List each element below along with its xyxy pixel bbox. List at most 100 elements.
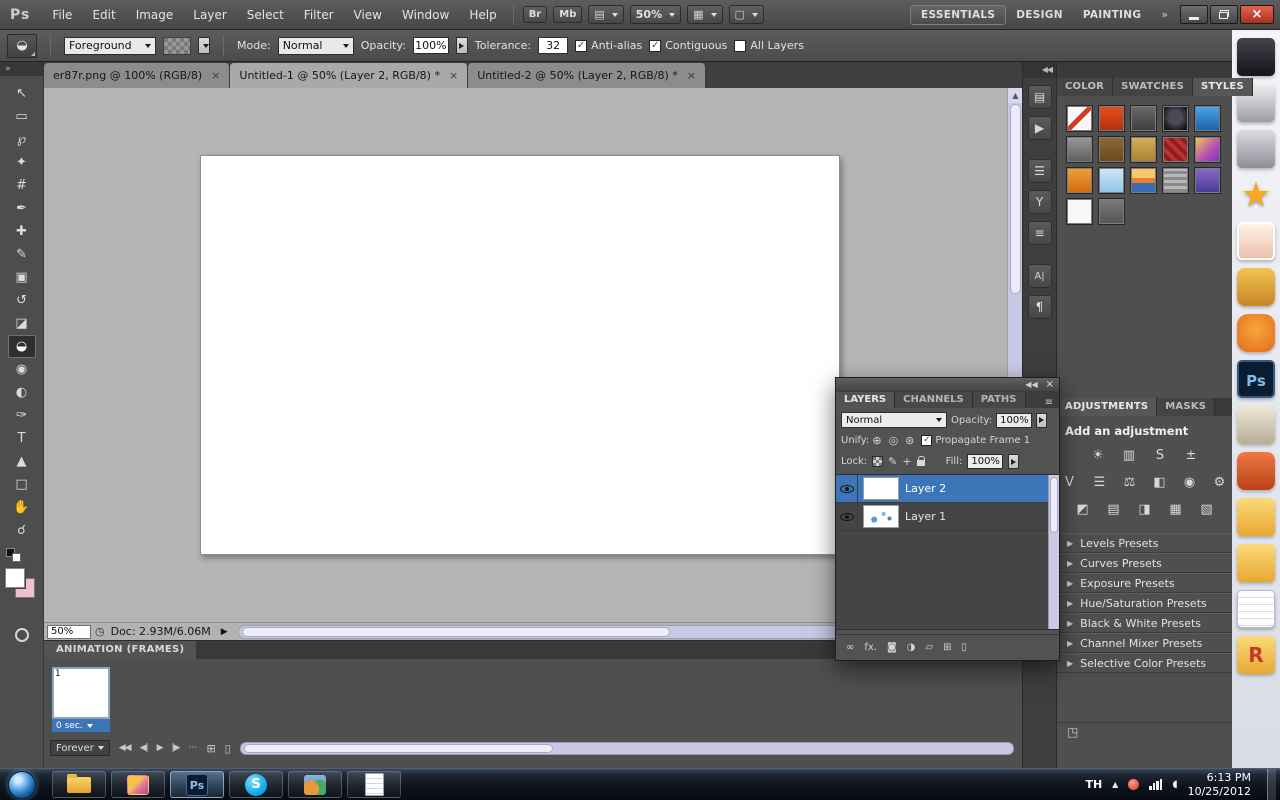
animation-scrollbar-thumb[interactable] [243, 743, 553, 753]
layer-name[interactable]: Layer 2 [905, 482, 946, 495]
workspace-design[interactable]: DESIGN [1006, 6, 1073, 24]
panel-collapse-icon[interactable]: ◀◀ [1025, 380, 1037, 389]
layer-name[interactable]: Layer 1 [905, 510, 946, 523]
type-tool[interactable]: T [8, 427, 36, 450]
invert-icon[interactable]: ◩ [1074, 502, 1092, 517]
zoom-level-dropdown[interactable]: 50% [629, 5, 682, 24]
next-frame-button[interactable]: |▶ [171, 743, 180, 753]
brightness-contrast-icon[interactable]: ☀ [1089, 448, 1107, 463]
layers-panel-titlebar[interactable]: ◀◀ × [836, 378, 1059, 391]
mode-dropdown[interactable]: Normal [277, 36, 354, 55]
actions-panel-icon[interactable]: ▶ [1027, 116, 1052, 140]
all-layers-option[interactable]: All Layers [734, 39, 804, 52]
paragraph-panel-icon[interactable]: ¶ [1027, 295, 1052, 319]
animation-scrollbar[interactable] [239, 741, 1014, 755]
tab-masks[interactable]: MASKS [1157, 398, 1216, 416]
minimize-button[interactable] [1180, 5, 1208, 24]
delete-layer-icon[interactable]: ▯ [962, 642, 968, 653]
desktop-icon-photos[interactable] [1237, 222, 1275, 260]
layer-mask-icon[interactable]: ◙ [887, 642, 897, 653]
pen-tool[interactable]: ✑ [8, 404, 36, 427]
style-swatch[interactable] [1098, 167, 1125, 194]
brush-tool[interactable]: ✎ [8, 243, 36, 266]
unify-style-icon[interactable]: ⊛ [905, 434, 914, 447]
menu-select[interactable]: Select [237, 0, 294, 29]
fill-source-dropdown[interactable]: Foreground [64, 36, 156, 55]
tool-presets-panel-icon[interactable]: Y [1027, 190, 1052, 214]
tab-paths[interactable]: PATHS [972, 392, 1026, 408]
black-white-icon[interactable]: ◧ [1151, 475, 1168, 490]
animation-frames-tab[interactable]: ANIMATION (FRAMES) [44, 641, 197, 659]
taskbar-photoshop-button[interactable]: Ps [170, 771, 224, 798]
clone-stamp-tool[interactable]: ▣ [8, 266, 36, 289]
anti-alias-option[interactable]: ✓ Anti-alias [575, 39, 642, 52]
new-layer-icon[interactable]: ⊞ [943, 642, 951, 653]
layer-row-2[interactable]: Layer 2 [836, 475, 1059, 503]
threshold-icon[interactable]: ◨ [1136, 502, 1154, 517]
frame-delay-dropdown[interactable]: 0 sec. [52, 719, 110, 732]
lock-transparency-icon[interactable] [872, 456, 884, 467]
tab-er87r[interactable]: er87r.png @ 100% (RGB/8) × [44, 63, 231, 88]
desktop-icon-r-folder[interactable]: R [1237, 636, 1275, 674]
lock-all-icon[interactable] [916, 456, 926, 466]
desktop-icon-fox-mascot[interactable] [1237, 314, 1275, 352]
layer-thumbnail[interactable] [863, 505, 899, 528]
tool-preset-well[interactable]: ◒ [7, 33, 37, 58]
path-selection-tool[interactable]: ▲ [8, 450, 36, 473]
style-swatch[interactable] [1130, 167, 1157, 194]
desktop-icon-folder-1[interactable] [1237, 498, 1275, 536]
pattern-dropdown-button[interactable] [198, 37, 210, 54]
desktop-icon-camera[interactable] [1237, 406, 1275, 444]
taskbar-skype-button[interactable]: S [229, 771, 283, 798]
dock-collapse-chevron[interactable]: ◀◀ [1023, 62, 1056, 78]
adjust-panel-icon[interactable]: ☰ [1027, 159, 1052, 183]
volume-icon[interactable]: ◖ [1172, 779, 1177, 790]
desktop-icon-photoshop[interactable]: Ps [1237, 360, 1275, 398]
style-swatch[interactable] [1130, 136, 1157, 163]
close-tab-icon[interactable]: × [687, 70, 696, 81]
style-swatch[interactable] [1162, 136, 1189, 163]
tab-styles[interactable]: STYLES [1192, 78, 1253, 96]
shape-tool[interactable]: □ [8, 473, 36, 496]
style-swatch[interactable] [1194, 136, 1221, 163]
first-frame-button[interactable]: ◀◀ [119, 743, 132, 753]
desktop-icon-satchel-red[interactable] [1237, 452, 1275, 490]
start-button[interactable] [8, 770, 36, 799]
document-canvas[interactable] [200, 155, 840, 555]
quick-mask-button[interactable] [14, 628, 29, 642]
unify-visibility-icon[interactable]: ◎ [889, 434, 899, 447]
style-swatch[interactable] [1066, 198, 1093, 225]
channel-mixer-presets-row[interactable]: ▶ Channel Mixer Presets [1057, 633, 1232, 653]
adjustment-layer-icon[interactable]: ◑ [907, 642, 916, 653]
spot-healing-brush-tool[interactable]: ✚ [8, 220, 36, 243]
language-indicator[interactable]: TH [1085, 778, 1102, 791]
tolerance-input[interactable] [538, 37, 569, 54]
contiguous-option[interactable]: ✓ Contiguous [649, 39, 727, 52]
lasso-tool[interactable]: ℘ [8, 128, 36, 151]
delete-frame-button[interactable]: ▯ [225, 742, 231, 755]
menu-window[interactable]: Window [392, 0, 459, 29]
workspace-overflow-chevron[interactable]: » [1151, 8, 1178, 21]
move-tool[interactable]: ↖ [8, 82, 36, 105]
tab-untitled-2[interactable]: Untitled-2 @ 50% (Layer 2, RGB/8) * × [468, 63, 706, 88]
style-swatch[interactable] [1098, 198, 1125, 225]
propagate-frame-checkbox[interactable]: ✓ [921, 435, 933, 446]
color-balance-icon[interactable]: ⚖ [1121, 475, 1138, 490]
screen-mode-button[interactable]: ▢ [728, 5, 764, 24]
layer-thumbnail[interactable] [863, 477, 899, 500]
quick-selection-tool[interactable]: ✦ [8, 151, 36, 174]
tab-swatches[interactable]: SWATCHES [1113, 78, 1193, 96]
vibrance-icon[interactable]: V [1061, 475, 1078, 490]
switch-colors-icon[interactable] [12, 553, 21, 562]
posterize-icon[interactable]: ▤ [1105, 502, 1123, 517]
menu-image[interactable]: Image [126, 0, 184, 29]
animation-frame-1[interactable]: 1 0 sec. [52, 667, 110, 732]
style-swatch[interactable] [1162, 105, 1189, 132]
selective-color-presets-row[interactable]: ▶ Selective Color Presets [1057, 653, 1232, 673]
hue-saturation-icon[interactable]: ☰ [1091, 475, 1108, 490]
gradient-map-icon[interactable]: ▦ [1167, 502, 1185, 517]
anti-alias-checkbox[interactable]: ✓ [575, 39, 588, 52]
restore-button[interactable] [1210, 5, 1238, 24]
layers-scrollbar[interactable] [1048, 475, 1059, 629]
clock[interactable]: 6:13 PM 10/25/2012 [1188, 771, 1257, 799]
